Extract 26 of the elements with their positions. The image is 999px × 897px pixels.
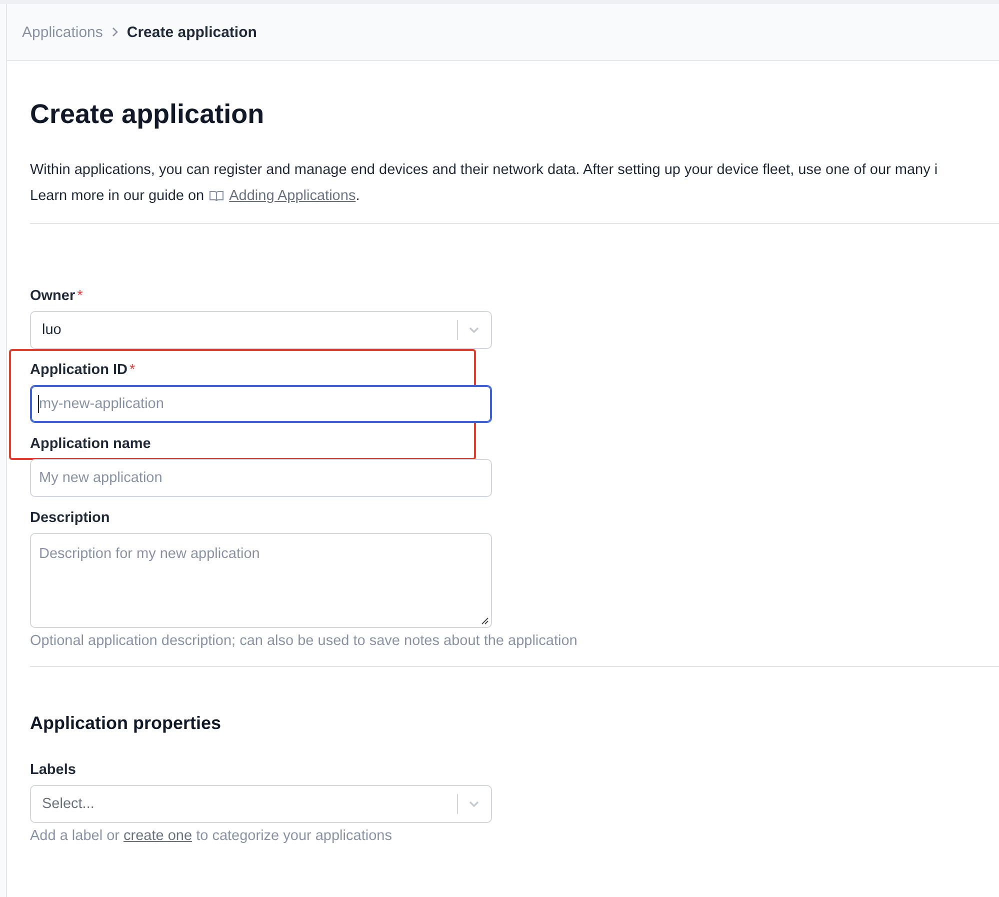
text-cursor bbox=[38, 395, 39, 413]
labels-select[interactable]: Select... bbox=[30, 785, 492, 823]
field-label: Application name bbox=[30, 436, 151, 452]
guide-suffix: . bbox=[356, 188, 360, 204]
resize-grip-icon bbox=[481, 617, 489, 625]
field-label: Owner bbox=[30, 288, 76, 304]
required-mark: * bbox=[77, 288, 83, 304]
breadcrumb-item[interactable]: Applications bbox=[22, 24, 103, 40]
guide-text: Learn more in our guide on bbox=[30, 187, 204, 206]
page-title: Create application bbox=[30, 99, 266, 130]
field-hint: Optional application description; can also be used to save notes about the application bbox=[30, 633, 578, 649]
guide-link[interactable]: Adding Applications bbox=[229, 188, 356, 204]
breadcrumb-item: Create application bbox=[126, 24, 257, 40]
required-mark: * bbox=[129, 362, 136, 378]
field-label: Labels bbox=[30, 762, 76, 778]
field-label: Application ID bbox=[30, 362, 128, 378]
section-title: Application properties bbox=[30, 713, 222, 734]
field-label: Description bbox=[30, 510, 110, 526]
owner-select[interactable]: luo bbox=[30, 311, 492, 349]
intro-text: Within applications, you can register and manage end devices and their network data. After setting up your device fleet, use one of our many i bbox=[30, 161, 939, 180]
chevron-right-icon bbox=[110, 27, 119, 37]
create-link[interactable]: create one bbox=[124, 828, 192, 844]
book-icon bbox=[209, 190, 224, 202]
field-hint: Add a label or create one to categorize your applications bbox=[30, 828, 392, 844]
description-field[interactable]: Description for my new application bbox=[30, 533, 492, 628]
text-field[interactable]: my-new-application bbox=[30, 385, 492, 423]
